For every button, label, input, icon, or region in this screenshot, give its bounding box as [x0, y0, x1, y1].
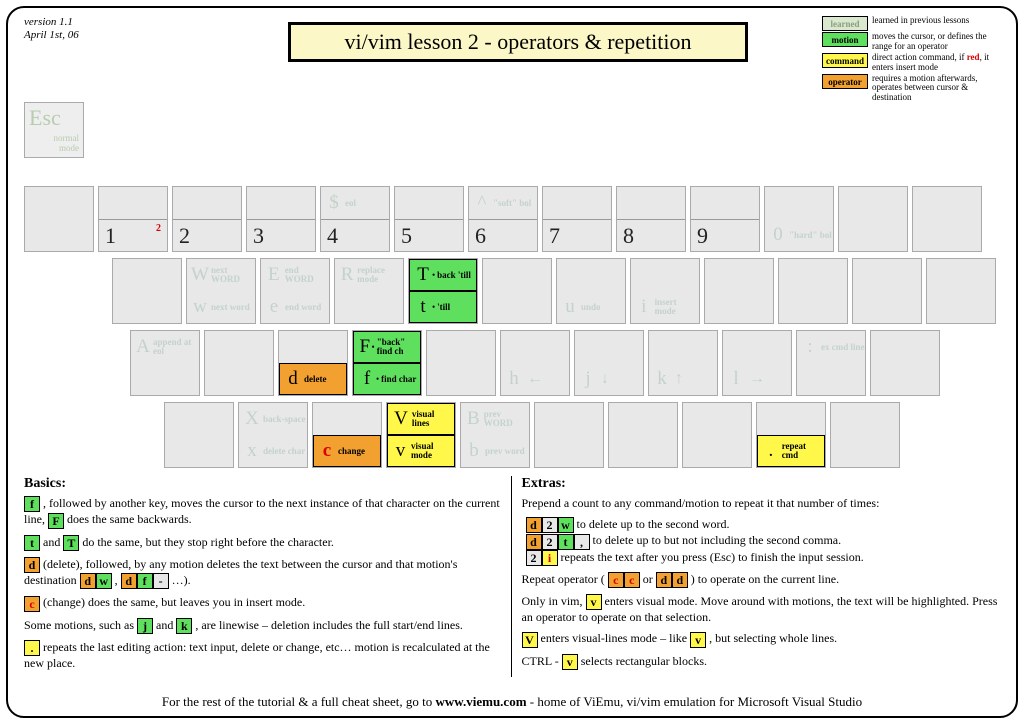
esc-label: Esc: [25, 103, 83, 133]
key-1: 1 2: [98, 186, 168, 252]
key-q: [112, 258, 182, 324]
key-f: F•"back" find ch f•find char: [352, 330, 422, 396]
key-v: Vvisual lines vvisual mode: [386, 402, 456, 468]
key-dash: [838, 186, 908, 252]
key-i: iinsert mode: [630, 258, 700, 324]
key-8: 8: [616, 186, 686, 252]
key-9: 9: [690, 186, 760, 252]
legend-swatch-learned: learned: [822, 16, 868, 31]
key-b: Bprev WORD bprev word: [460, 402, 530, 468]
legend: learned learned in previous lessons moti…: [822, 16, 1002, 104]
arrow-right-icon: →: [749, 370, 765, 388]
chip-t: t: [24, 535, 40, 551]
key-y: [482, 258, 552, 324]
basics-column: Basics: f , followed by another key, mov…: [24, 476, 503, 677]
key-3: 3: [246, 186, 316, 252]
version-block: version 1.1 April 1st, 06: [24, 16, 79, 42]
extras-column: Extras: Prepend a count to any command/m…: [511, 476, 1001, 677]
chip-dot: .: [24, 640, 40, 656]
arrow-down-icon: ↓: [601, 370, 609, 388]
key-g: [426, 330, 496, 396]
keyboard-row-4: Xback-space xdelete char cchange Vvisual…: [164, 402, 900, 468]
legend-swatch-motion: motion: [822, 32, 868, 47]
key-d: ddelete: [278, 330, 348, 396]
key-w: Wnext WORD wnext word: [186, 258, 256, 324]
legend-swatch-command: command: [822, 53, 868, 68]
footer: For the rest of the tutorial & a full ch…: [8, 694, 1016, 710]
page-title: vi/vim lesson 2 - operators & repetition: [288, 22, 748, 62]
legend-text-motion: moves the cursor, or defines the range f…: [872, 32, 1002, 52]
key-equals: [912, 186, 982, 252]
key-o: [704, 258, 774, 324]
chip-k: k: [176, 618, 192, 634]
key-u: uundo: [556, 258, 626, 324]
key-t: T•back 'till t•'till: [408, 258, 478, 324]
key-z: [164, 402, 234, 468]
keyboard-row-3: Aappend at eol ddelete F•"back" find ch …: [130, 330, 940, 396]
key-k: k↑: [648, 330, 718, 396]
key-0: 0"hard" bol: [764, 186, 834, 252]
extras-heading: Extras:: [522, 476, 1001, 492]
key-a: Aappend at eol: [130, 330, 200, 396]
key-quote: [870, 330, 940, 396]
legend-text-command: direct action command, if red, it enters…: [872, 53, 1002, 73]
keyboard-row-2: Wnext WORD wnext word Eend WORD eend wor…: [112, 258, 996, 324]
version-line: version 1.1: [24, 16, 79, 29]
info-columns: Basics: f , followed by another key, mov…: [24, 476, 1000, 677]
arrow-up-icon: ↑: [675, 370, 683, 388]
chip-c: c: [24, 596, 40, 612]
key-x: Xback-space xdelete char: [238, 402, 308, 468]
esc-key: Esc normal mode: [24, 102, 84, 158]
key-2: 2: [172, 186, 242, 252]
key-l: l→: [722, 330, 792, 396]
date-line: April 1st, 06: [24, 29, 79, 42]
key-c: cchange: [312, 402, 382, 468]
key-j: j↓: [574, 330, 644, 396]
keyboard-row-1: 1 2 2 3 $eol 4 5 ^"soft" bol 6 7 8 9 0"h…: [24, 186, 982, 252]
key-bracket-l: [852, 258, 922, 324]
key-m: [608, 402, 678, 468]
chip-T: T: [63, 535, 79, 551]
chip-f: f: [24, 496, 40, 512]
key-semicolon: :ex cmd line: [796, 330, 866, 396]
key-e: Eend WORD eend word: [260, 258, 330, 324]
key-s: [204, 330, 274, 396]
key-slash: [830, 402, 900, 468]
basics-heading: Basics:: [24, 476, 503, 492]
legend-text-operator: requires a motion afterwards, operates b…: [872, 74, 1002, 104]
key-p: [778, 258, 848, 324]
legend-text-learned: learned in previous lessons: [872, 16, 969, 26]
page: version 1.1 April 1st, 06 vi/vim lesson …: [6, 6, 1018, 718]
esc-sub2: mode: [25, 143, 83, 153]
key-h: h←: [500, 330, 570, 396]
key-7: 7: [542, 186, 612, 252]
key-6: ^"soft" bol 6: [468, 186, 538, 252]
esc-sub1: normal: [25, 133, 83, 143]
key-5: 5: [394, 186, 464, 252]
arrow-left-icon: ←: [527, 370, 543, 388]
chip-j: j: [137, 618, 153, 634]
key-dot: .repeat cmd: [756, 402, 826, 468]
chip-F: F: [48, 513, 64, 529]
chip-d: d: [24, 557, 40, 573]
key-comma: [682, 402, 752, 468]
legend-swatch-operator: operator: [822, 74, 868, 89]
key-4: $eol 4: [320, 186, 390, 252]
key-bracket-r: [926, 258, 996, 324]
key-r: Rreplace mode: [334, 258, 404, 324]
key-n: [534, 402, 604, 468]
key-tilde: [24, 186, 94, 252]
